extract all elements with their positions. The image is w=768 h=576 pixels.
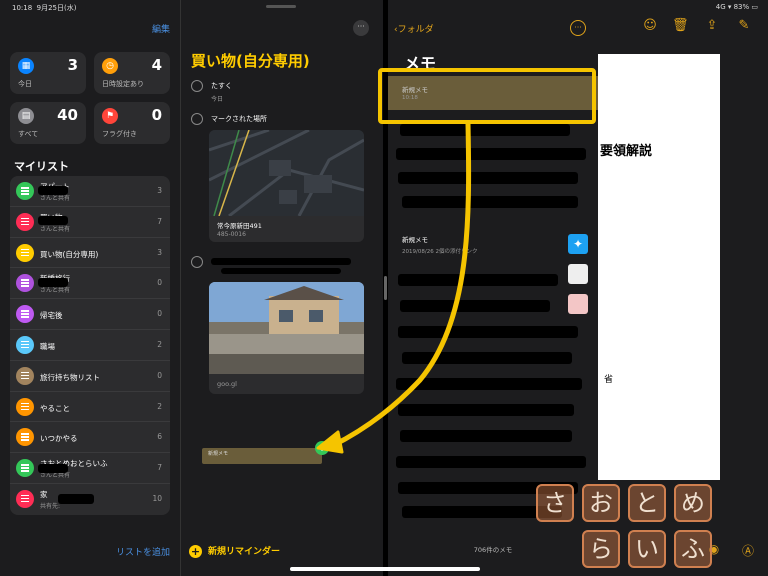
- home-indicator[interactable]: [290, 567, 480, 571]
- status-bar: 10:18 9月25日(水) 4G ▾ 83% ▭: [0, 0, 768, 14]
- status-time: 10:18 9月25日(水): [12, 4, 77, 12]
- annotation-arrow: [316, 121, 472, 454]
- status-indicators: 4G ▾ 83% ▭: [715, 3, 758, 11]
